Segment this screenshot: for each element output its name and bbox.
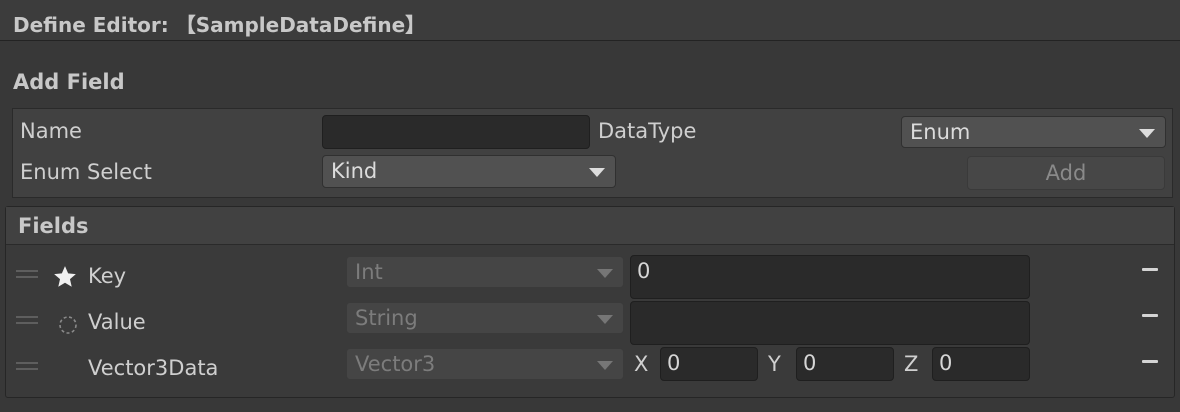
drag-handle[interactable] xyxy=(16,362,38,370)
drag-handle[interactable] xyxy=(16,270,38,278)
star-icon xyxy=(54,266,76,287)
field-value-input[interactable]: 0 xyxy=(630,255,1030,299)
name-label: Name xyxy=(20,119,82,143)
enum-select-dropdown[interactable]: Kind xyxy=(322,155,616,188)
field-name-vector3data: Vector3Data xyxy=(88,356,219,380)
add-button[interactable]: Add xyxy=(967,156,1165,190)
datatype-dropdown[interactable]: Enum xyxy=(901,116,1166,148)
x-label: X xyxy=(634,352,649,376)
field-type-dropdown: String xyxy=(346,302,624,334)
vector-y-input[interactable]: 0 xyxy=(796,347,894,381)
fields-title: Fields xyxy=(18,214,89,238)
remove-field-icon[interactable] xyxy=(1142,268,1158,271)
name-input[interactable] xyxy=(322,115,590,149)
chevron-down-icon xyxy=(597,361,613,370)
chevron-down-icon xyxy=(597,269,613,278)
dotted-circle-icon xyxy=(59,316,77,334)
field-type-value: String xyxy=(355,306,418,330)
remove-field-icon[interactable] xyxy=(1142,360,1158,363)
vector-x-input[interactable]: 0 xyxy=(660,347,758,381)
window-title-bar: Define Editor: 【SampleDataDefine】 xyxy=(0,0,1180,41)
field-type-value: Vector3 xyxy=(355,352,436,376)
field-name-key: Key xyxy=(88,264,127,288)
chevron-down-icon xyxy=(597,315,613,324)
vector-z-input[interactable]: 0 xyxy=(932,347,1030,381)
datatype-value: Enum xyxy=(910,120,971,144)
chevron-down-icon xyxy=(1139,129,1155,138)
remove-field-icon[interactable] xyxy=(1142,314,1158,317)
field-type-value: Int xyxy=(355,260,383,284)
field-value-input[interactable] xyxy=(630,301,1030,345)
chevron-down-icon xyxy=(589,168,605,177)
fields-header xyxy=(6,207,1174,245)
y-label: Y xyxy=(768,352,781,376)
field-type-dropdown: Int xyxy=(346,256,624,288)
drag-handle[interactable] xyxy=(16,316,38,324)
z-label: Z xyxy=(904,352,919,376)
add-field-title: Add Field xyxy=(13,70,125,94)
field-name-value: Value xyxy=(88,310,146,334)
enum-select-label: Enum Select xyxy=(20,160,152,184)
field-type-dropdown: Vector3 xyxy=(346,348,624,380)
enum-select-value: Kind xyxy=(331,159,378,183)
datatype-label: DataType xyxy=(598,119,697,143)
window-title: Define Editor: 【SampleDataDefine】 xyxy=(13,13,426,37)
